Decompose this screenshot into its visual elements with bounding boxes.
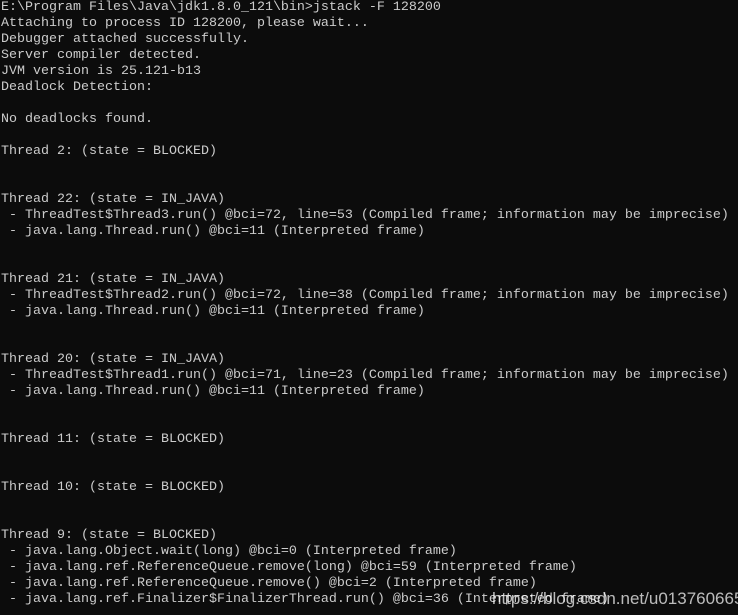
console-window[interactable]: E:\Program Files\Java\jdk1.8.0_121\bin>j… — [0, 0, 738, 615]
console-line: Deadlock Detection: — [1, 80, 153, 95]
console-line: - ThreadTest$Thread2.run() @bci=72, line… — [1, 288, 729, 303]
console-line: No deadlocks found. — [1, 112, 153, 127]
watermark: https://blog.csdn.net/u013760665 — [492, 589, 738, 608]
console-line: - java.lang.Thread.run() @bci=11 (Interp… — [1, 224, 425, 239]
console-line: Attaching to process ID 128200, please w… — [1, 16, 369, 31]
console-line: Thread 10: (state = BLOCKED) — [1, 480, 225, 495]
console-line: Thread 21: (state = IN_JAVA) — [1, 272, 225, 287]
console-line: Thread 22: (state = IN_JAVA) — [1, 192, 225, 207]
console-line: JVM version is 25.121-b13 — [1, 64, 201, 79]
console-line: - java.lang.ref.ReferenceQueue.remove(lo… — [1, 560, 577, 575]
console-line: Thread 9: (state = BLOCKED) — [1, 528, 217, 543]
console-line: - java.lang.Thread.run() @bci=11 (Interp… — [1, 304, 425, 319]
console-line: Thread 20: (state = IN_JAVA) — [1, 352, 225, 367]
console-line: Debugger attached successfully. — [1, 32, 249, 47]
console-line: Thread 11: (state = BLOCKED) — [1, 432, 225, 447]
console-line: - ThreadTest$Thread1.run() @bci=71, line… — [1, 368, 729, 383]
console-line: - ThreadTest$Thread3.run() @bci=72, line… — [1, 208, 729, 223]
console-line: Server compiler detected. — [1, 48, 201, 63]
console-line: E:\Program Files\Java\jdk1.8.0_121\bin>j… — [1, 0, 441, 15]
console-line: - java.lang.Object.wait(long) @bci=0 (In… — [1, 544, 457, 559]
console-line: Thread 2: (state = BLOCKED) — [1, 144, 217, 159]
console-line: - java.lang.ref.ReferenceQueue.remove() … — [1, 576, 537, 591]
console-line: - java.lang.Thread.run() @bci=11 (Interp… — [1, 384, 425, 399]
